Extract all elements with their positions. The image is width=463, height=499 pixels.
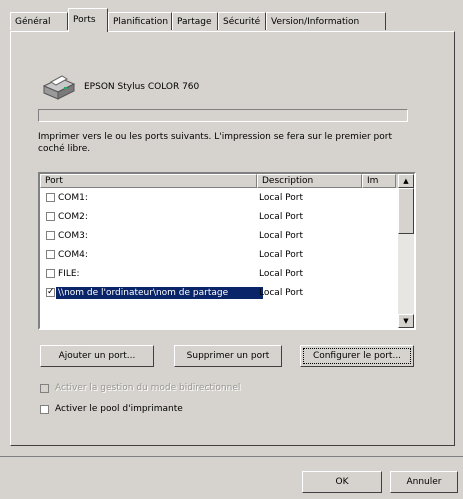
- ports-tab-panel: [10, 31, 455, 446]
- tab-securite[interactable]: Sécurité: [218, 12, 266, 30]
- tab-version-information[interactable]: Version/Information: [266, 12, 386, 30]
- ok-button[interactable]: OK: [302, 471, 382, 493]
- tab-general[interactable]: Général: [10, 12, 68, 30]
- cancel-button[interactable]: Annuler: [390, 471, 458, 493]
- dialog-footer-divider: [0, 456, 463, 457]
- tab-planification[interactable]: Planification: [108, 12, 172, 30]
- tab-partage[interactable]: Partage: [172, 12, 218, 30]
- tab-ports[interactable]: Ports: [68, 8, 108, 32]
